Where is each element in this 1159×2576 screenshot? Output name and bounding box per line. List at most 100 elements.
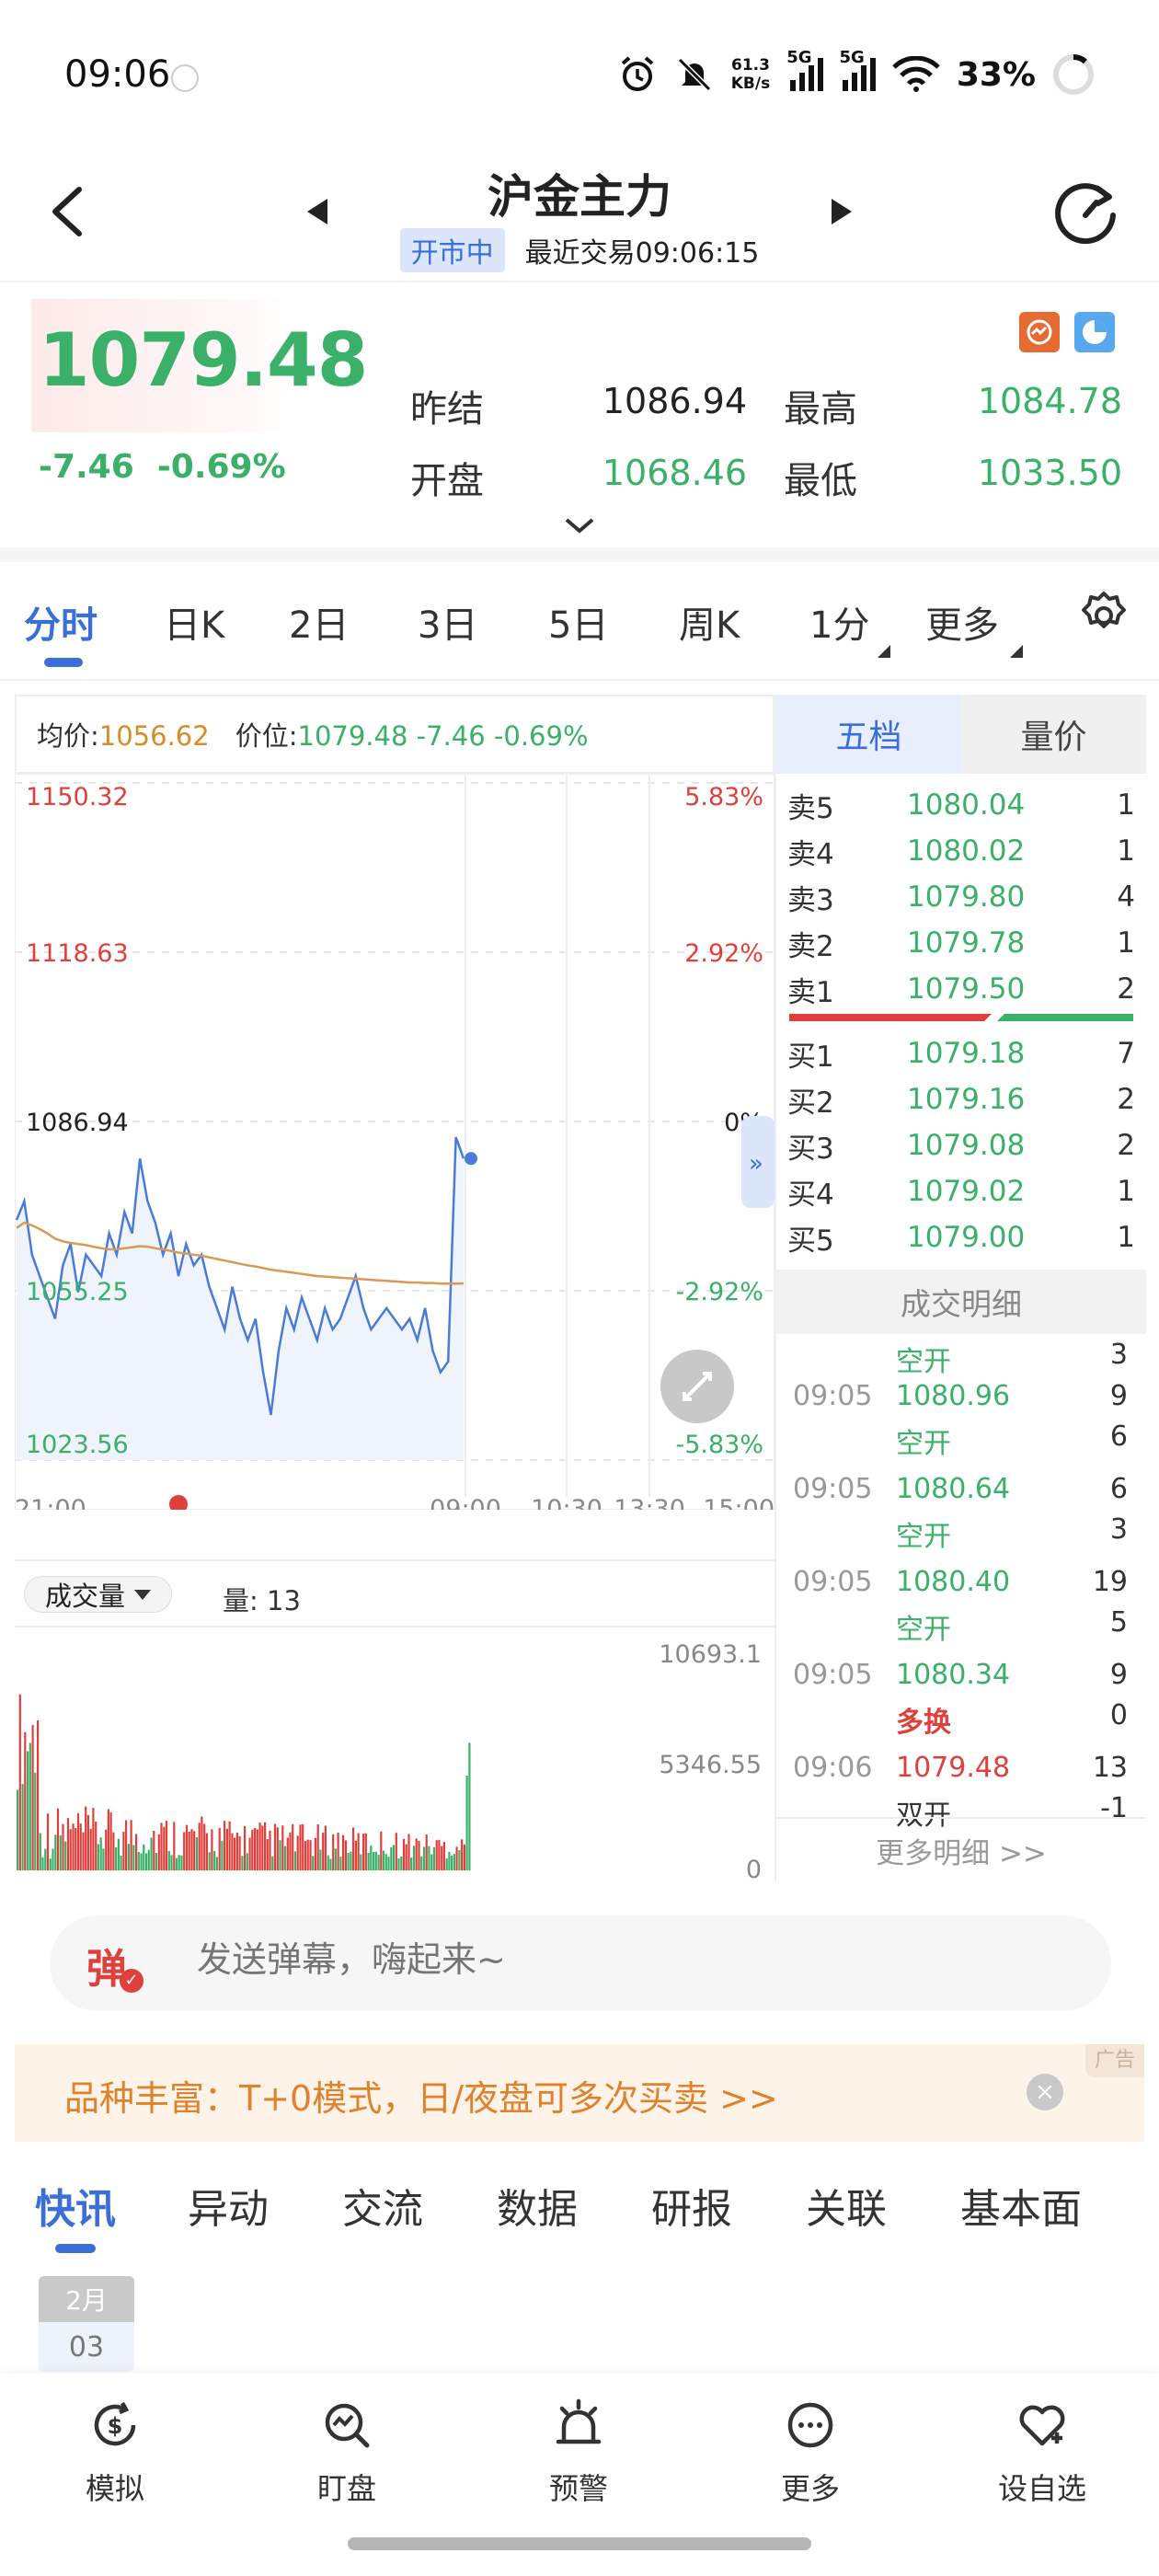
volume-bar (215, 1857, 218, 1870)
tab-3day[interactable]: 3日 (418, 595, 477, 649)
volume-bar (130, 1820, 132, 1870)
volume-bar (225, 1828, 228, 1870)
volume-bar (407, 1834, 410, 1870)
volume-bar (86, 1815, 89, 1870)
danmaku-input[interactable] (197, 1939, 933, 1980)
tab-intraday[interactable]: 分时 (24, 595, 98, 649)
ask-row[interactable]: 卖2 1079.78 1 (787, 920, 1135, 966)
nav-watch[interactable]: 盯盘 (278, 2398, 416, 2508)
ask-row[interactable]: 卖1 1079.50 2 (787, 966, 1135, 1012)
home-indicator[interactable] (348, 2537, 811, 2550)
tab-research[interactable]: 研报 (651, 2176, 732, 2235)
volume-bar (69, 1829, 72, 1870)
volume-bar (264, 1822, 267, 1870)
compare-icon[interactable] (1019, 312, 1060, 352)
tab-5day[interactable]: 5日 (548, 595, 608, 649)
volume-bar (140, 1853, 143, 1870)
volume-bar (120, 1856, 122, 1870)
bid-row[interactable]: 买5 1079.00 1 (787, 1214, 1135, 1260)
tab-more[interactable]: 更多 (925, 595, 999, 649)
low-label: 最低 (784, 460, 857, 502)
settings-button[interactable] (1078, 590, 1130, 645)
ask-row[interactable]: 卖5 1080.04 1 (787, 782, 1135, 828)
market-status-line: 开市中 最近交易09:06:15 (0, 228, 1159, 272)
volume-bar (99, 1837, 102, 1870)
tab-discussion[interactable]: 交流 (342, 2176, 423, 2235)
volume-bar (244, 1825, 247, 1870)
volume-bar (352, 1827, 355, 1870)
volume-bar (127, 1844, 130, 1870)
bid-price: 1079.18 (907, 1037, 1026, 1070)
bid-price: 1079.00 (907, 1221, 1026, 1254)
tab-fundamentals[interactable]: 基本面 (960, 2176, 1082, 2235)
volume-bar (205, 1833, 208, 1870)
trade-volume: 6 (1109, 1473, 1128, 1505)
open-label: 开盘 (410, 460, 484, 502)
tab-movements[interactable]: 异动 (188, 2176, 269, 2235)
volume-bar (107, 1809, 109, 1870)
volume-bar (64, 1841, 67, 1870)
volume-bar (21, 1784, 24, 1870)
bid-level-label: 买5 (787, 1224, 834, 1258)
trade-row-type: 空开 3 (896, 1339, 1128, 1378)
ad-banner[interactable]: 品种丰富：T+0模式，日/夜盘可多次买卖 >> × 广告 (15, 2044, 1144, 2142)
volume-bar (27, 1751, 29, 1870)
trade-type-volume: 6 (1109, 1420, 1128, 1453)
trade-volume: 9 (1109, 1659, 1128, 1691)
nav-alarm[interactable]: 预警 (510, 2398, 648, 2508)
y-tick-left: 1023.56 (26, 1431, 129, 1459)
tab-related[interactable]: 关联 (806, 2176, 887, 2235)
trade-type-volume: 5 (1109, 1606, 1128, 1639)
tab-2day[interactable]: 2日 (289, 595, 349, 649)
tab-data[interactable]: 数据 (497, 2176, 578, 2235)
bid-row[interactable]: 买3 1079.08 2 (787, 1122, 1135, 1168)
volume-bar (465, 1776, 468, 1870)
volume-bar (362, 1834, 365, 1870)
cellular-signal-2-icon: 5G (840, 48, 876, 91)
ad-text[interactable]: 品种丰富：T+0模式，日/夜盘可多次买卖 >> (64, 2070, 778, 2121)
bid-row[interactable]: 买2 1079.16 2 (787, 1076, 1135, 1122)
tab-five-levels[interactable]: 五档 (776, 695, 961, 774)
trade-row: 09:05 1080.40 19 (776, 1566, 1146, 1612)
volume-bar (463, 1844, 465, 1870)
trade-type: 空开 (896, 1428, 951, 1460)
tab-flash-news[interactable]: 快讯 (35, 2176, 116, 2235)
volume-bar (97, 1844, 99, 1870)
volume-bar (46, 1813, 50, 1870)
last-price: 1079.48 (39, 317, 368, 403)
refresh-button[interactable] (1049, 175, 1122, 248)
intraday-chart[interactable]: 1150.325.83%1118.632.92%1086.940%1055.25… (15, 774, 775, 1510)
volume-bar (54, 1834, 57, 1870)
volume-bar (256, 1829, 258, 1870)
tab-daily-k[interactable]: 日K (164, 595, 224, 649)
refresh-icon (1055, 183, 1116, 245)
bid-row[interactable]: 买1 1079.18 7 (787, 1030, 1135, 1076)
market-status-badge: 开市中 (399, 228, 505, 272)
next-contract-button[interactable] (819, 184, 865, 239)
nav-add-favorite[interactable]: 设自选 (973, 2398, 1111, 2508)
volume-bar (178, 1855, 180, 1870)
ask-level-label: 卖2 (787, 929, 834, 963)
tab-weekly-k[interactable]: 周K (679, 595, 740, 649)
bid-row[interactable]: 买4 1079.02 1 (787, 1168, 1135, 1214)
ad-close-button[interactable]: × (1027, 2074, 1063, 2110)
volume-bar (145, 1853, 148, 1870)
volume-bar (254, 1828, 257, 1870)
volume-bar (329, 1858, 332, 1870)
nav-simulate[interactable]: $ 模拟 (46, 2398, 184, 2508)
expand-chevron-icon[interactable] (561, 512, 598, 540)
nav-more[interactable]: 更多 (741, 2398, 879, 2508)
volume-bar (384, 1854, 387, 1870)
volume-indicator-selector[interactable]: 成交量 (24, 1576, 173, 1613)
ask-row[interactable]: 卖4 1080.02 1 (787, 828, 1135, 874)
more-trade-details-link[interactable]: 更多明细 >> (776, 1817, 1146, 1881)
current-price-readout: 价位:1079.48 -7.46 -0.69% (235, 720, 589, 752)
pie-chart-icon[interactable] (1074, 312, 1115, 352)
gear-icon (1082, 592, 1126, 628)
volume-bar (261, 1825, 264, 1870)
trade-time: 09:05 (793, 1566, 873, 1598)
tab-volume-price[interactable]: 量价 (961, 695, 1146, 774)
tab-1min[interactable]: 1分 (809, 595, 869, 649)
ask-row[interactable]: 卖3 1079.80 4 (787, 874, 1135, 920)
ask-price: 1079.80 (907, 880, 1026, 914)
